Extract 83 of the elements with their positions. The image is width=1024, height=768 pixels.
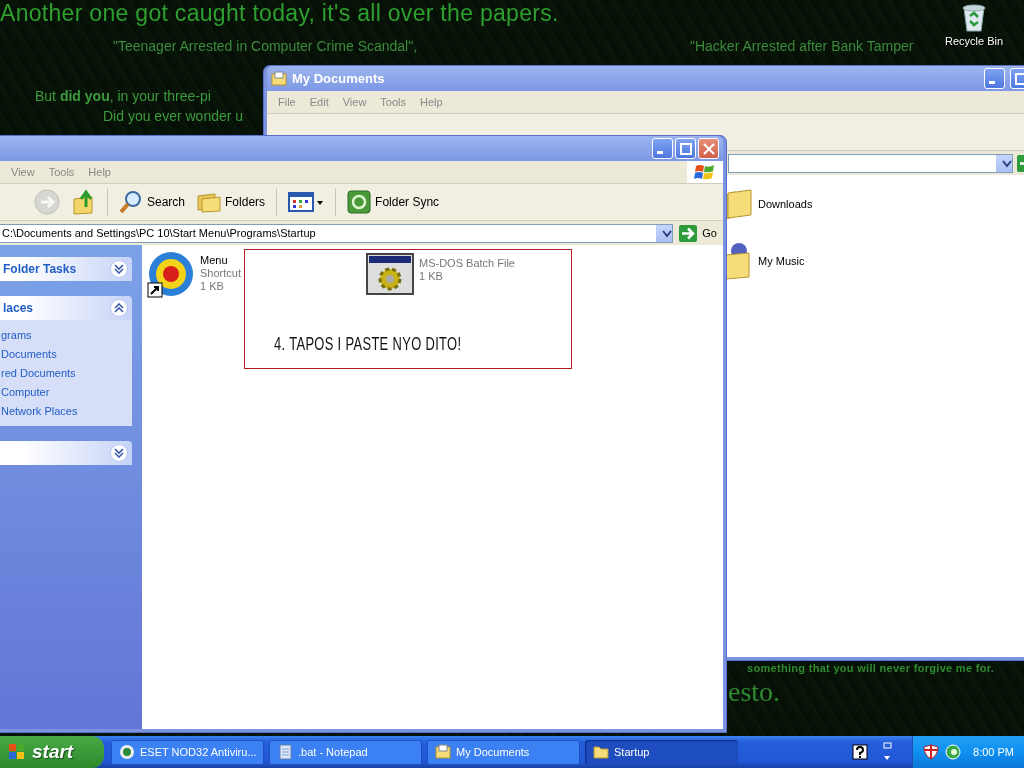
maximize-icon xyxy=(1014,72,1024,85)
file-type: MS-DOS Batch File xyxy=(419,257,515,270)
wallpaper-text: Did you ever wonder u xyxy=(103,108,244,124)
chevron-down-icon xyxy=(114,264,124,274)
chevron-up-icon xyxy=(114,303,124,313)
minimize-icon xyxy=(989,81,995,84)
go-arrow-icon xyxy=(679,224,698,242)
dropdown-button[interactable] xyxy=(996,154,1012,172)
icon-caption[interactable]: Downloads xyxy=(758,198,813,210)
wallpaper-text: "Teenager Arrested in Computer Crime Scandal", xyxy=(113,38,418,54)
go-button[interactable]: Go xyxy=(677,224,719,242)
up-folder-icon[interactable] xyxy=(72,189,96,215)
wallpaper-text: "Hacker Arrested after Bank Tamper xyxy=(690,38,914,54)
bar-command[interactable]: Edit xyxy=(302,94,336,110)
bar-command[interactable]: Tools xyxy=(373,94,414,110)
restore-icon[interactable] xyxy=(881,742,894,762)
file-type: Shortcut xyxy=(200,267,241,280)
sync-icon xyxy=(347,190,372,214)
panel-link[interactable]: grams xyxy=(1,329,132,341)
window-title: My Documents xyxy=(292,71,386,86)
search-icon xyxy=(119,190,143,214)
bar-command[interactable]: Help xyxy=(413,94,450,110)
wallpaper-text: Another one got caught today, it's all over the papers. xyxy=(0,0,559,27)
chevron-down-icon xyxy=(1002,159,1012,168)
icon-caption[interactable]: Menu xyxy=(200,254,241,267)
bar-command[interactable]: File xyxy=(271,94,303,110)
clock: 8:00 PM xyxy=(973,746,1014,758)
maximize-button[interactable] xyxy=(675,138,696,159)
file-size: 1 KB xyxy=(419,270,444,283)
address-field[interactable]: C:\Documents and Settings\PC 10\Start Menu\Programs\Startup xyxy=(0,223,674,243)
search-button[interactable]: Search xyxy=(115,188,190,216)
file-size: 1 KB xyxy=(200,280,225,293)
panel-link[interactable]: Computer xyxy=(1,386,132,398)
panel-link[interactable]: red Documents xyxy=(1,367,132,379)
bar-command[interactable]: Tools xyxy=(41,164,82,180)
panel-link[interactable]: Network Places xyxy=(1,405,132,417)
address-field[interactable] xyxy=(728,153,1013,173)
taskbar-button[interactable]: ESET NOD32 Antiviru... xyxy=(111,739,264,765)
help-icon[interactable] xyxy=(852,744,869,760)
panel-title: laces xyxy=(3,301,34,315)
folder-icon xyxy=(593,744,609,760)
taskbar-button[interactable]: Startup xyxy=(585,739,738,765)
close-button[interactable] xyxy=(698,138,719,159)
recycle-bin-icon[interactable] xyxy=(960,2,988,32)
batch-file-icon xyxy=(366,253,414,295)
wallpaper-text: But did you, in your three-pi xyxy=(35,88,211,104)
views-icon[interactable] xyxy=(288,191,325,213)
ring-icon[interactable] xyxy=(945,744,962,760)
chevron-down-icon xyxy=(662,229,673,238)
program-shortcut-icon xyxy=(147,250,195,298)
icon-caption[interactable]: My Music xyxy=(758,255,805,267)
wallpaper-text: something that you will never forgive me for. xyxy=(747,662,994,674)
folders-button[interactable]: Folders xyxy=(193,189,270,215)
folder-window-icon xyxy=(435,744,451,760)
expand-button[interactable] xyxy=(110,260,128,278)
panel-title: Folder Tasks xyxy=(3,262,77,276)
folder-window-icon xyxy=(271,70,287,87)
notepad-icon xyxy=(277,744,293,760)
start-button[interactable]: start xyxy=(0,736,104,768)
chevron-down-icon xyxy=(114,448,124,458)
bar-command[interactable]: View xyxy=(335,94,374,110)
shield-icon[interactable] xyxy=(923,744,940,760)
windows-logo-icon xyxy=(8,743,26,761)
taskbar-button[interactable]: .bat - Notepad xyxy=(269,739,422,765)
windows-logo-icon xyxy=(694,162,716,182)
minimize-icon xyxy=(657,151,663,154)
minimize-button[interactable] xyxy=(652,138,673,159)
expand-button[interactable] xyxy=(110,444,128,462)
wallpaper-text: esto. xyxy=(728,676,781,708)
minimize-button[interactable] xyxy=(984,68,1005,89)
panel-link[interactable]: Documents xyxy=(1,348,132,360)
collapse-button[interactable] xyxy=(110,299,128,317)
dropdown-button[interactable] xyxy=(656,224,673,242)
close-icon xyxy=(702,142,715,155)
maximize-icon xyxy=(679,142,692,155)
bar-command[interactable]: View xyxy=(4,164,42,180)
desktop-icon-label[interactable]: Recycle Bin xyxy=(944,35,1004,47)
taskbar-button[interactable]: My Documents xyxy=(427,739,580,765)
bar-command[interactable]: Help xyxy=(81,164,118,180)
eye-icon xyxy=(119,744,135,760)
folders-icon xyxy=(197,191,222,213)
annotation-text: 4. TAPOS I PASTE NYO DITO! xyxy=(274,333,462,355)
sync-button[interactable]: Folder Sync xyxy=(343,188,444,216)
